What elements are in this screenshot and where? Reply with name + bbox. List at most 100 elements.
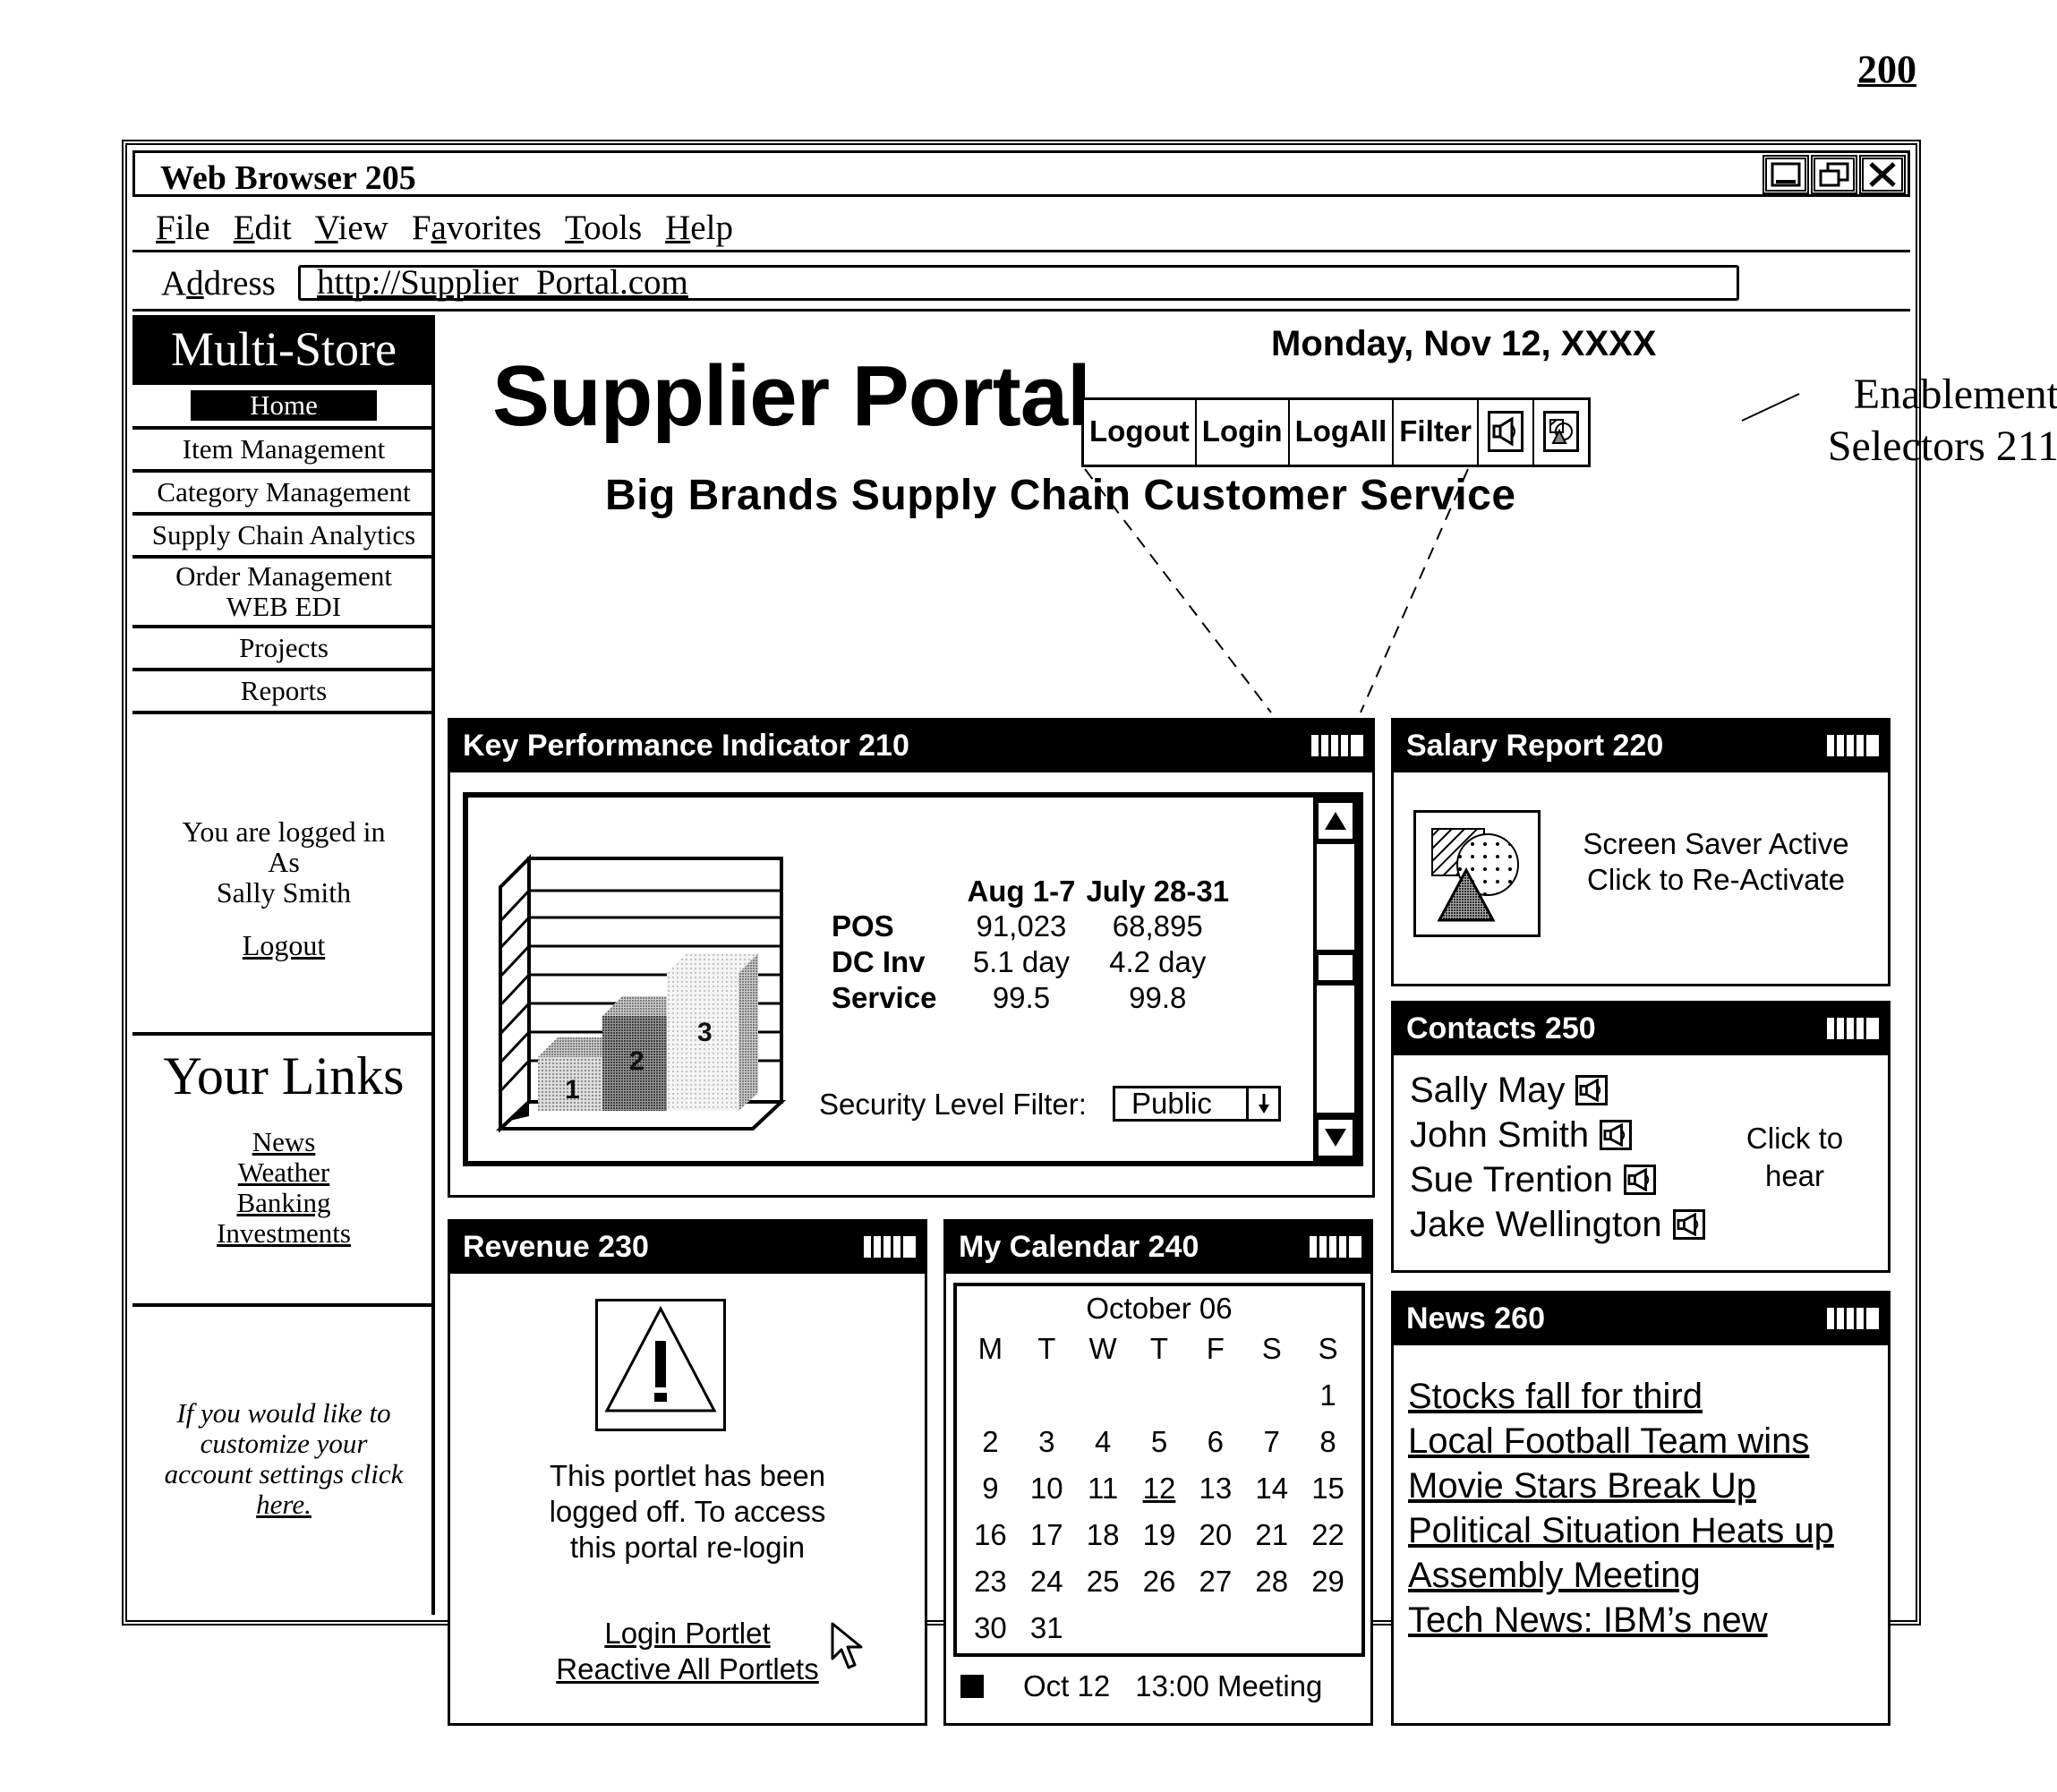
selector-logout-button[interactable]: Logout <box>1084 400 1197 465</box>
scroll-up-button[interactable] <box>1319 803 1353 839</box>
menu-tools[interactable]: Tools <box>565 208 642 248</box>
address-input[interactable]: http://Supplier_Portal.com <box>298 265 1739 301</box>
calendar-day[interactable]: 2 <box>962 1419 1019 1465</box>
minimize-button[interactable] <box>1763 155 1809 194</box>
selector-screensaver-button[interactable] <box>1534 400 1588 465</box>
news-headline-link[interactable]: Stocks fall for third <box>1408 1374 1834 1419</box>
security-filter-label: Security Level Filter: <box>819 1088 1087 1121</box>
kpi-scrollbar[interactable] <box>1313 798 1358 1161</box>
speaker-icon[interactable] <box>1623 1165 1656 1195</box>
selector-speaker-button[interactable] <box>1479 400 1534 465</box>
scroll-thumb[interactable] <box>1319 955 1353 980</box>
calendar-day[interactable]: 1 <box>1300 1372 1356 1419</box>
kpi-table: Aug 1-7 July 28-31 POS 91,023 68,895 DC Inv 5… <box>826 875 1234 1016</box>
sidebar-item-item-management[interactable]: Item Management <box>132 430 435 473</box>
sidebar-item-category-management[interactable]: Category Management <box>132 473 435 516</box>
calendar-day[interactable]: 11 <box>1075 1465 1131 1512</box>
portlet-header: News 260 <box>1394 1293 1888 1345</box>
close-button[interactable] <box>1859 155 1906 194</box>
calendar-day[interactable]: 26 <box>1131 1558 1188 1605</box>
news-headline-link[interactable]: Tech News: IBM’s new <box>1408 1598 1834 1643</box>
customize-here-link[interactable]: here. <box>256 1489 312 1520</box>
calendar-day[interactable]: 28 <box>1243 1558 1300 1605</box>
weekday-header: F <box>1206 1332 1225 1365</box>
menu-view[interactable]: View <box>315 208 388 248</box>
menu-favorites[interactable]: Favorites <box>412 208 542 248</box>
weekday-header: W <box>1088 1332 1117 1365</box>
calendar-day[interactable]: 3 <box>1019 1419 1075 1465</box>
calendar-day[interactable]: 5 <box>1131 1419 1188 1465</box>
triangle-up-icon <box>1325 812 1346 830</box>
speaker-icon[interactable] <box>1575 1075 1609 1105</box>
calendar-day[interactable]: 27 <box>1187 1558 1243 1605</box>
calendar-day[interactable]: 18 <box>1075 1512 1131 1558</box>
portlet-menu-icon[interactable] <box>1310 1236 1361 1258</box>
calendar-day-today[interactable]: 12 <box>1131 1465 1188 1512</box>
news-headline-link[interactable]: Movie Stars Break Up <box>1408 1463 1834 1508</box>
login-portlet-link[interactable]: Login Portlet <box>604 1616 770 1651</box>
calendar-day[interactable]: 21 <box>1243 1512 1300 1558</box>
calendar-day[interactable]: 29 <box>1300 1558 1356 1605</box>
portlet-menu-icon[interactable] <box>864 1236 916 1258</box>
calendar-day[interactable]: 30 <box>962 1605 1019 1651</box>
link-investments[interactable]: Investments <box>132 1218 435 1249</box>
calendar-day[interactable]: 6 <box>1187 1419 1243 1465</box>
portlet-menu-icon[interactable] <box>1827 735 1879 756</box>
link-news[interactable]: News <box>132 1127 435 1157</box>
calendar-day[interactable]: 19 <box>1131 1512 1188 1558</box>
calendar-day[interactable]: 31 <box>1019 1605 1075 1651</box>
menu-file[interactable]: File <box>156 208 210 248</box>
calendar-day[interactable]: 25 <box>1075 1558 1131 1605</box>
sidebar-item-order-management[interactable]: Order Management WEB EDI <box>132 559 435 628</box>
selector-filter-button[interactable]: Filter <box>1394 400 1479 465</box>
screensaver-icon[interactable] <box>1413 810 1541 937</box>
contacts-list: Sally May John Smith Sue Trention Jake Well… <box>1410 1068 1705 1247</box>
sidebar-item-label: Order Management <box>175 560 392 592</box>
news-headline-link[interactable]: Local Football Team wins <box>1408 1419 1834 1463</box>
calendar-day[interactable]: 9 <box>962 1465 1019 1512</box>
speaker-icon[interactable] <box>1600 1120 1633 1150</box>
logout-link[interactable]: Logout <box>243 929 325 962</box>
scroll-track[interactable] <box>1317 844 1354 950</box>
weekday-header: T <box>1149 1332 1169 1365</box>
scroll-down-button[interactable] <box>1319 1120 1353 1156</box>
sidebar-item-reports[interactable]: Reports <box>132 671 435 714</box>
link-banking[interactable]: Banking <box>132 1188 435 1218</box>
portlet-menu-icon[interactable] <box>1827 1308 1879 1329</box>
reactivate-all-portlets-link[interactable]: Reactive All Portlets <box>556 1651 818 1687</box>
sidebar-item-home[interactable]: Home <box>132 385 435 430</box>
dropdown-arrow-icon[interactable] <box>1246 1088 1278 1119</box>
portlet-menu-icon[interactable] <box>1311 735 1363 756</box>
calendar-day[interactable]: 24 <box>1019 1558 1075 1605</box>
calendar-event[interactable]: Oct 12 13:00 Meeting <box>960 1669 1322 1703</box>
portlet-menu-icon[interactable] <box>1827 1018 1879 1039</box>
news-headline-link[interactable]: Political Situation Heats up <box>1408 1508 1834 1553</box>
screensaver-message[interactable]: Screen Saver Active Click to Re-Activate <box>1564 826 1868 898</box>
calendar-day[interactable]: 16 <box>962 1512 1019 1558</box>
scroll-track[interactable] <box>1317 986 1354 1113</box>
empty-day-cell <box>1187 1372 1243 1419</box>
calendar-day[interactable]: 22 <box>1300 1512 1356 1558</box>
restore-button[interactable] <box>1811 155 1857 194</box>
calendar-portlet: My Calendar 240 October 06 MTWTFSS123456… <box>943 1219 1373 1726</box>
menu-help[interactable]: Help <box>665 208 733 248</box>
calendar-day[interactable]: 17 <box>1019 1512 1075 1558</box>
selector-login-button[interactable]: Login <box>1197 400 1290 465</box>
sidebar-item-supply-chain-analytics[interactable]: Supply Chain Analytics <box>132 516 435 559</box>
calendar-day[interactable]: 14 <box>1243 1465 1300 1512</box>
menu-edit[interactable]: Edit <box>234 208 292 248</box>
selector-logall-button[interactable]: LogAll <box>1290 400 1395 465</box>
security-filter-select[interactable]: Public <box>1113 1086 1281 1122</box>
calendar-day[interactable]: 13 <box>1187 1465 1243 1512</box>
calendar-day[interactable]: 8 <box>1300 1419 1356 1465</box>
calendar-day[interactable]: 10 <box>1019 1465 1075 1512</box>
calendar-day[interactable]: 15 <box>1300 1465 1356 1512</box>
calendar-day[interactable]: 4 <box>1075 1419 1131 1465</box>
news-headline-link[interactable]: Assembly Meeting <box>1408 1553 1834 1598</box>
speaker-icon[interactable] <box>1672 1209 1705 1240</box>
sidebar-item-projects[interactable]: Projects <box>132 628 435 671</box>
link-weather[interactable]: Weather <box>132 1157 435 1188</box>
calendar-day[interactable]: 23 <box>962 1558 1019 1605</box>
calendar-day[interactable]: 7 <box>1243 1419 1300 1465</box>
calendar-day[interactable]: 20 <box>1187 1512 1243 1558</box>
